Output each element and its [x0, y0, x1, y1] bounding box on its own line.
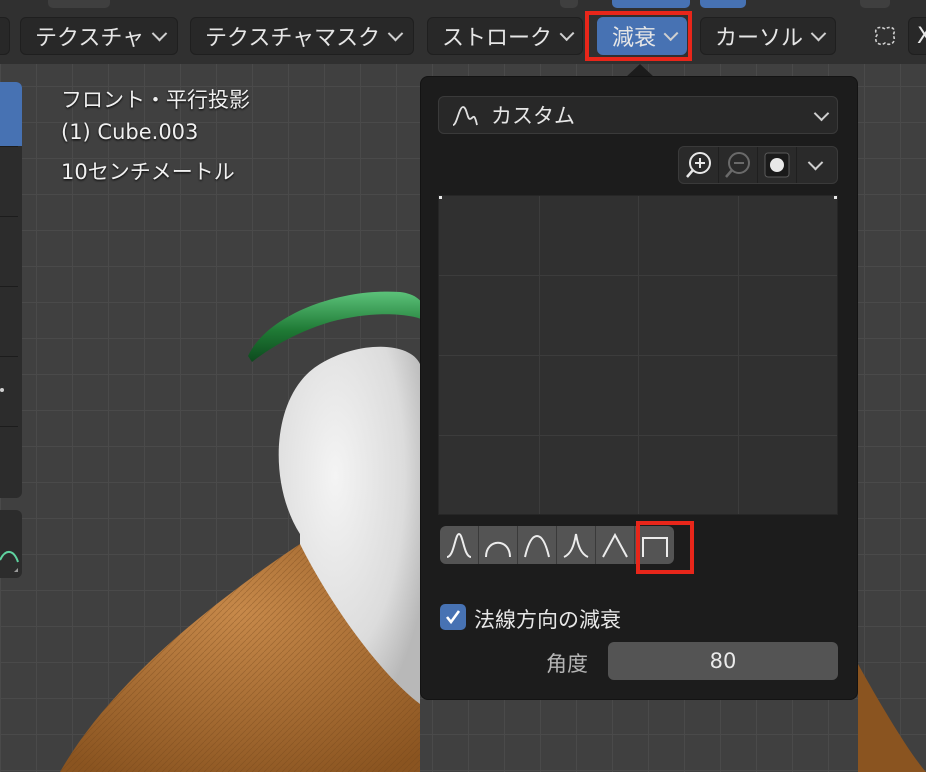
- curve-tool-icon: [0, 551, 19, 572]
- menu-partial-right-label: X: [917, 23, 926, 49]
- curve-point[interactable]: [834, 196, 837, 199]
- tool-button-active[interactable]: [0, 82, 22, 146]
- header-tab-stub-active[interactable]: [612, 0, 690, 8]
- curve-tools-group: [678, 146, 838, 184]
- linear-icon: [602, 532, 628, 558]
- menu-cursor-label: カーソル: [715, 26, 804, 51]
- chevron-down-icon: [810, 25, 827, 41]
- header-tab-stub[interactable]: [48, 0, 110, 8]
- chevron-down-icon: [813, 105, 830, 122]
- zoom-out-icon: [724, 152, 750, 178]
- view-name-text: フロント・平行投影: [61, 88, 250, 112]
- angle-value: 80: [709, 649, 737, 673]
- clip-dot-icon: [764, 152, 789, 178]
- grid-scale-text: 10センチメートル: [61, 160, 235, 184]
- menu-partial-right[interactable]: X: [908, 17, 926, 55]
- menu-texture-mask[interactable]: テクスチャマスク: [190, 17, 414, 55]
- angle-label: 角度: [546, 652, 588, 676]
- custom-curve-icon: [452, 106, 478, 126]
- constant-shape-highlight: [636, 521, 694, 574]
- chevron-down-icon: [387, 25, 404, 41]
- smooth-icon: [446, 532, 472, 558]
- tool-button[interactable]: [0, 290, 20, 350]
- tool-button[interactable]: [0, 150, 20, 210]
- header-tab-stub[interactable]: [860, 0, 890, 8]
- chevron-down-icon: [559, 25, 575, 41]
- normal-falloff-label[interactable]: 法線方向の減衰: [474, 604, 621, 634]
- menu-texture-label: テクスチャ: [35, 26, 145, 51]
- curve-menu-button[interactable]: [796, 147, 835, 183]
- symmetry-butterfly-icon[interactable]: [868, 20, 902, 54]
- menu-texture[interactable]: テクスチャ: [20, 17, 178, 55]
- falloff-preset-label: カスタム: [491, 104, 575, 128]
- chevron-down-icon: [807, 154, 824, 170]
- menu-stroke[interactable]: ストローク: [427, 17, 583, 55]
- menu-partial-left[interactable]: [0, 17, 10, 55]
- shape-root-button[interactable]: [518, 526, 557, 564]
- checkmark-icon: [445, 610, 461, 625]
- menu-cursor[interactable]: カーソル: [700, 17, 836, 55]
- header-tab-stub[interactable]: [560, 0, 578, 8]
- tool-dot-icon: [0, 388, 4, 392]
- chevron-down-icon: [151, 25, 168, 41]
- header-tab-stub-active[interactable]: [700, 0, 746, 8]
- falloff-curve-editor[interactable]: [438, 195, 838, 515]
- normal-falloff-checkbox[interactable]: [440, 604, 466, 630]
- zoom-in-button[interactable]: [679, 147, 719, 183]
- tool-button[interactable]: [0, 220, 20, 280]
- falloff-preset-dropdown[interactable]: カスタム: [438, 96, 838, 134]
- zoom-in-icon: [685, 152, 711, 178]
- header-bar: テクスチャ テクスチャマスク ストローク 減衰 カーソル X: [0, 0, 926, 64]
- tool-button-curve[interactable]: [0, 510, 22, 578]
- object-name-text: (1) Cube.003: [61, 120, 199, 144]
- clip-button[interactable]: [757, 147, 797, 183]
- angle-field[interactable]: 80: [608, 642, 838, 680]
- shape-smooth-button[interactable]: [440, 526, 479, 564]
- sphere-icon: [485, 541, 511, 558]
- zoom-out-button[interactable]: [718, 147, 758, 183]
- tool-button[interactable]: [0, 430, 20, 490]
- curve-point[interactable]: [439, 196, 442, 199]
- menu-stroke-label: ストローク: [442, 26, 553, 51]
- shape-linear-button[interactable]: [596, 526, 635, 564]
- shape-sphere-button[interactable]: [479, 526, 518, 564]
- sharp-icon: [563, 533, 589, 558]
- menu-texture-mask-label: テクスチャマスク: [205, 26, 381, 51]
- shape-sharp-button[interactable]: [557, 526, 596, 564]
- falloff-menu-highlight: [585, 11, 692, 61]
- tool-button[interactable]: [0, 360, 20, 420]
- root-icon: [524, 534, 550, 558]
